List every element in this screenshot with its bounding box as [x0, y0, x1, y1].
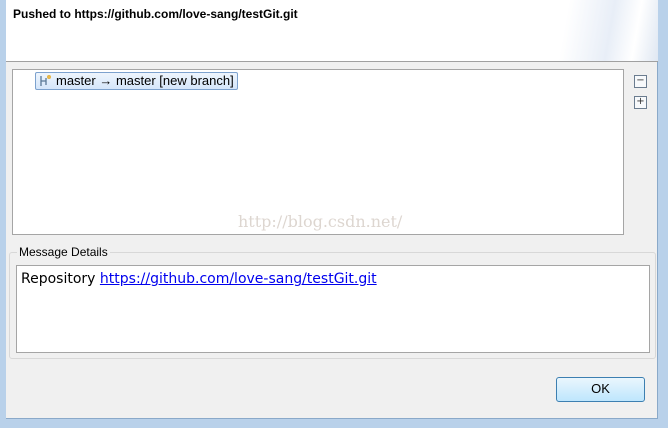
- group-label: Message Details: [17, 245, 110, 259]
- repository-link[interactable]: https://github.com/love-sang/testGit.git: [100, 271, 377, 287]
- dialog-title: Pushed to https://github.com/love-sang/t…: [13, 7, 298, 21]
- collapse-all-button[interactable]: −: [634, 75, 647, 88]
- watermark: http://blog.csdn.net/: [238, 212, 403, 231]
- tree-item-label: master → master [new branch]: [56, 73, 234, 88]
- branch-push-icon: [40, 75, 51, 86]
- push-result-tree[interactable]: master → master [new branch] http://blog…: [12, 69, 624, 235]
- repository-label: Repository: [21, 271, 96, 287]
- tree-item[interactable]: master → master [new branch]: [35, 72, 238, 90]
- push-result-dialog: Pushed to https://github.com/love-sang/t…: [6, 0, 658, 419]
- message-details-group: Message Details Repository https://githu…: [9, 245, 656, 359]
- ok-button[interactable]: OK: [556, 377, 645, 402]
- window-frame: Pushed to https://github.com/love-sang/t…: [0, 0, 668, 428]
- message-text[interactable]: Repository https://github.com/love-sang/…: [16, 265, 650, 353]
- dialog-header: Pushed to https://github.com/love-sang/t…: [6, 0, 658, 62]
- expand-all-button[interactable]: +: [634, 96, 647, 109]
